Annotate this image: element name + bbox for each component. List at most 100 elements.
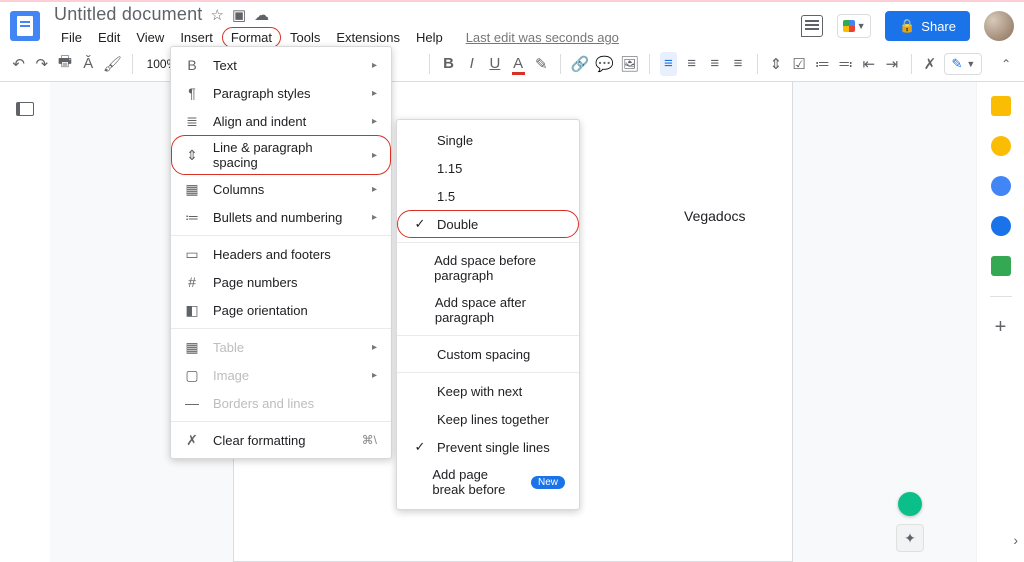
collapse-toolbar-button[interactable]: ⌃ [998,53,1014,75]
page-heading-text: Vegadocs [684,208,746,224]
menubar-edit[interactable]: Edit [91,27,127,48]
format-menu-image: ▢Image▸ [171,361,391,389]
last-edit-link[interactable]: Last edit was seconds ago [466,30,619,45]
format-menu-headers-and-footers[interactable]: ▭Headers and footers [171,240,391,268]
format-menu-line-paragraph-spacing[interactable]: ⇕Line & paragraph spacing▸ [171,135,391,175]
meet-icon [843,20,855,32]
menu-item-label: 1.15 [437,161,462,176]
align-left-button[interactable]: ≡ [660,52,677,76]
cloud-status-icon[interactable]: ☁ [254,6,269,24]
menubar-extensions[interactable]: Extensions [329,27,407,48]
paint-format-button[interactable]: 🖌 [103,52,122,76]
format-menu-page-numbers[interactable]: #Page numbers [171,268,391,296]
format-menu-columns[interactable]: ▦Columns▸ [171,175,391,203]
explore-button[interactable]: ✦ [896,524,924,552]
bold-button[interactable]: B [440,52,457,76]
grammarly-icon[interactable] [898,492,922,516]
submenu-arrow-icon: ▸ [372,370,377,381]
menu-item-label: Double [437,217,478,232]
highlight-button[interactable]: ✎ [533,52,550,76]
submenu-arrow-icon: ▸ [372,88,377,99]
menubar-tools[interactable]: Tools [283,27,327,48]
format-menu-paragraph-styles[interactable]: ¶Paragraph styles▸ [171,79,391,107]
menubar-insert[interactable]: Insert [173,27,220,48]
menu-item-shortcut: ⌘\ [362,433,377,447]
spacing-menu-keep-lines-together[interactable]: Keep lines together [397,405,579,433]
toolbar: ↶ ↷ 🖶 Ǎ 🖌 100%▼ B I U A ✎ 🔗 💬 🖼 ≡ ≡ ≡ ≡ … [0,46,1024,82]
italic-button[interactable]: I [463,52,480,76]
spacing-menu-1.5[interactable]: 1.5 [397,182,579,210]
menu-item-label: Page numbers [213,275,298,290]
numbered-list-button[interactable]: ≕ [837,52,854,76]
menubar-format[interactable]: Format [222,27,281,48]
contacts-sidebar-icon[interactable] [991,216,1011,236]
keep-sidebar-icon[interactable] [991,136,1011,156]
spacing-menu-custom-spacing[interactable]: Custom spacing [397,340,579,368]
menubar-help[interactable]: Help [409,27,450,48]
print-button[interactable]: 🖶 [56,52,73,76]
bulleted-list-button[interactable]: ≔ [814,52,831,76]
docs-logo[interactable] [10,11,40,41]
menu-item-label: Add space after paragraph [435,295,565,325]
increase-indent-button[interactable]: ⇥ [883,52,900,76]
menu-item-label: Line & paragraph spacing [213,140,360,170]
star-icon[interactable]: ☆ [210,6,223,24]
maps-sidebar-icon[interactable] [991,256,1011,276]
insert-comment-button[interactable]: 💬 [595,52,614,76]
menu-item-label: Paragraph styles [213,86,311,101]
clear-formatting-button[interactable]: ✗ [921,52,938,76]
menu-item-label: Bullets and numbering [213,210,342,225]
format-menu-page-orientation[interactable]: ◧Page orientation [171,296,391,324]
menu-item-label: Keep lines together [437,412,549,427]
document-title[interactable]: Untitled document [54,4,202,25]
decrease-indent-button[interactable]: ⇤ [860,52,877,76]
menu-item-label: Keep with next [437,384,522,399]
text-color-button[interactable]: A [510,52,527,76]
chevron-down-icon: ▼ [857,21,866,31]
menubar-view[interactable]: View [129,27,171,48]
insert-link-button[interactable]: 🔗 [571,52,590,76]
format-menu-clear-formatting[interactable]: ✗Clear formatting⌘\ [171,426,391,454]
add-ons-button[interactable]: + [991,317,1011,337]
menu-item-label: Clear formatting [213,433,305,448]
tasks-sidebar-icon[interactable] [991,176,1011,196]
comment-history-icon[interactable] [801,15,823,37]
spacing-menu-add-space-after-paragraph[interactable]: Add space after paragraph [397,289,579,331]
menu-item-icon: — [183,395,201,411]
line-spacing-button[interactable]: ⇕ [767,52,784,76]
calendar-sidebar-icon[interactable] [991,96,1011,116]
menu-item-icon: ≣ [183,113,201,130]
spacing-menu-single[interactable]: Single [397,126,579,154]
move-icon[interactable]: ▣ [232,6,246,24]
editing-mode-button[interactable]: ✎ ▼ [944,53,982,75]
account-avatar[interactable] [984,11,1014,41]
pencil-icon: ✎ [951,56,962,72]
share-button[interactable]: 🔒 Share [885,11,970,41]
undo-button[interactable]: ↶ [10,52,27,76]
line-spacing-submenu: Single 1.15 1.5✓Double Add space before par… [396,119,580,510]
hide-side-panel-button[interactable]: › [1013,532,1018,548]
document-outline-button[interactable] [16,102,34,116]
align-center-button[interactable]: ≡ [683,52,700,76]
redo-button[interactable]: ↷ [33,52,50,76]
spacing-menu-1.15[interactable]: 1.15 [397,154,579,182]
menu-item-icon: ▦ [183,339,201,356]
insert-image-button[interactable]: 🖼 [620,52,639,76]
format-menu-bullets-and-numbering[interactable]: ≔Bullets and numbering▸ [171,203,391,231]
spacing-menu-keep-with-next[interactable]: Keep with next [397,377,579,405]
checklist-button[interactable]: ☑ [791,52,808,76]
meet-button[interactable]: ▼ [837,14,871,38]
spacing-menu-double[interactable]: ✓Double [397,210,579,238]
format-menu-align-and-indent[interactable]: ≣Align and indent▸ [171,107,391,135]
underline-button[interactable]: U [486,52,503,76]
align-right-button[interactable]: ≡ [706,52,723,76]
spacing-menu-add-page-break-before[interactable]: Add page break beforeNew [397,461,579,503]
share-button-label: Share [921,19,956,34]
format-menu-text[interactable]: BText▸ [171,51,391,79]
menubar-file[interactable]: File [54,27,89,48]
align-justify-button[interactable]: ≡ [729,52,746,76]
spellcheck-button[interactable]: Ǎ [80,52,97,76]
spacing-menu-add-space-before-paragraph[interactable]: Add space before paragraph [397,247,579,289]
menubar: FileEditViewInsertFormatToolsExtensionsH… [54,27,801,48]
spacing-menu-prevent-single-lines[interactable]: ✓Prevent single lines [397,433,579,461]
